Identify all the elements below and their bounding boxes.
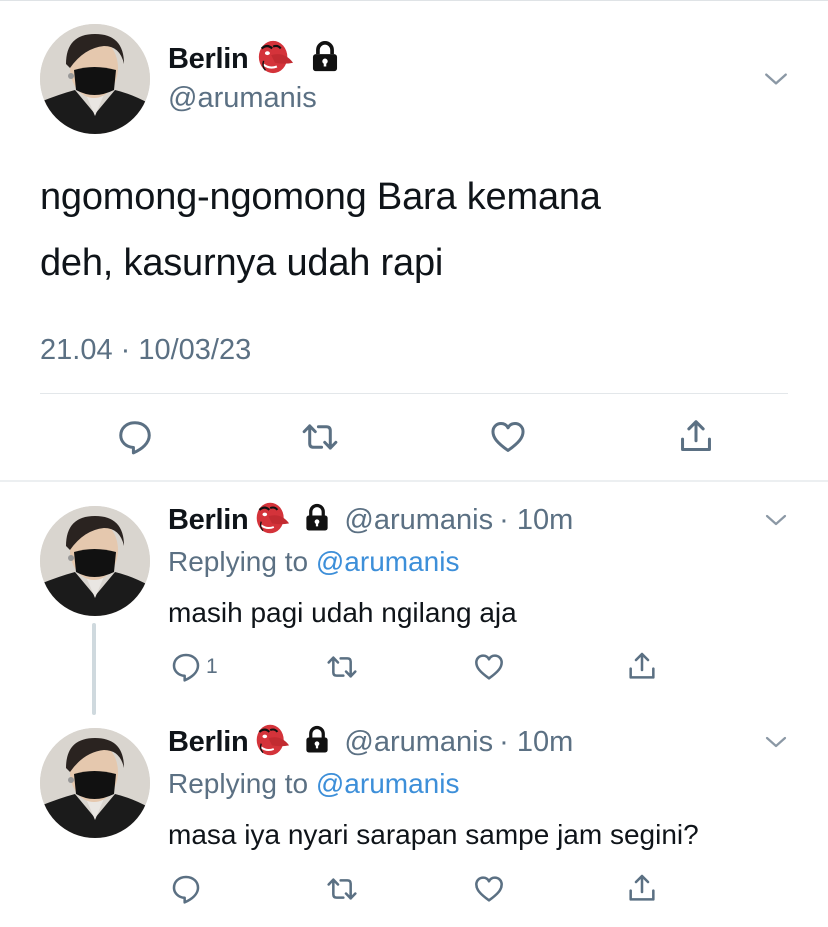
reply-author-row: Berlin @arumanis · 10m (168, 722, 573, 762)
author-row: Berlin (168, 39, 342, 79)
tweet-text: ngomong-ngomong Bara kemana deh, kasurny… (40, 164, 800, 296)
tweet-text-line-2: deh, kasurnya udah rapi (40, 242, 444, 284)
handle[interactable]: @arumanis (344, 726, 493, 759)
relative-time[interactable]: · 10m (499, 504, 573, 537)
chevron-down-icon[interactable] (764, 730, 788, 754)
replying-to-label: Replying to (168, 546, 309, 577)
chevron-down-icon[interactable] (763, 66, 789, 92)
replying-to: Replying to @arumanis (168, 768, 459, 800)
share-icon[interactable] (626, 871, 658, 905)
share-icon[interactable] (626, 649, 658, 683)
tweet-text-line-1: ngomong-ngomong Bara kemana (40, 176, 601, 218)
reply-count: 1 (206, 655, 218, 678)
thread-line (92, 623, 96, 715)
retweet-icon[interactable] (300, 418, 340, 456)
avatar[interactable] (40, 506, 150, 616)
replying-to-link[interactable]: @arumanis (316, 546, 460, 577)
display-name[interactable]: Berlin (168, 504, 249, 537)
avatar[interactable] (40, 24, 150, 134)
retweet-icon[interactable] (325, 651, 359, 683)
section-divider (0, 480, 828, 482)
tengu-mask-emoji (254, 722, 290, 763)
tengu-mask-emoji (256, 38, 294, 81)
reply-button[interactable]: 1 (170, 651, 218, 683)
like-icon[interactable] (473, 873, 505, 905)
timestamp[interactable]: 21.04 · 10/03/23 (40, 334, 251, 367)
top-border (0, 0, 828, 1)
reply-author-row: Berlin @arumanis · 10m (168, 500, 573, 540)
lock-icon (302, 725, 332, 760)
reply-icon[interactable] (116, 418, 154, 456)
lock-icon (308, 40, 342, 79)
avatar[interactable] (40, 728, 150, 838)
handle[interactable]: @arumanis (344, 504, 493, 537)
reply-text: masa iya nyari sarapan sampe jam segini? (168, 819, 699, 850)
tengu-mask-emoji (254, 500, 290, 541)
like-icon[interactable] (489, 418, 527, 456)
handle[interactable]: @arumanis (168, 82, 317, 115)
reply-icon[interactable] (170, 873, 202, 905)
replying-to-label: Replying to (168, 768, 309, 799)
chevron-down-icon[interactable] (764, 508, 788, 532)
reply-icon[interactable] (170, 651, 202, 683)
display-name[interactable]: Berlin (168, 43, 249, 76)
divider (40, 393, 788, 394)
replying-to-link[interactable]: @arumanis (316, 768, 460, 799)
display-name[interactable]: Berlin (168, 726, 249, 759)
reply-text: masih pagi udah ngilang aja (168, 597, 517, 628)
share-icon[interactable] (677, 416, 715, 456)
retweet-icon[interactable] (325, 873, 359, 905)
relative-time[interactable]: · 10m (499, 726, 573, 759)
lock-icon (302, 503, 332, 538)
replying-to: Replying to @arumanis (168, 546, 459, 578)
like-icon[interactable] (473, 651, 505, 683)
